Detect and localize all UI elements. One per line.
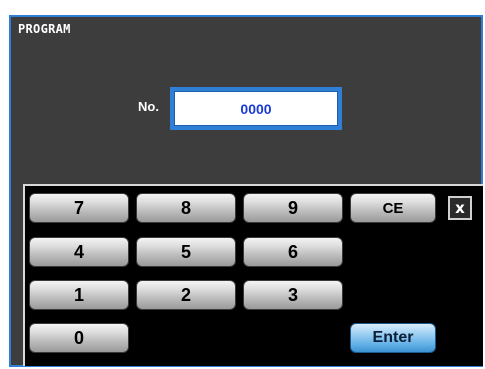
key-3[interactable]: 3	[243, 280, 343, 310]
close-icon[interactable]: x	[448, 196, 472, 220]
window-title: PROGRAM	[18, 22, 71, 36]
key-5[interactable]: 5	[136, 237, 236, 267]
program-number-label: No.	[138, 99, 159, 114]
enter-button[interactable]: Enter	[350, 323, 436, 353]
key-4[interactable]: 4	[29, 237, 129, 267]
clear-entry-button[interactable]: CE	[350, 193, 436, 223]
key-2[interactable]: 2	[136, 280, 236, 310]
key-8[interactable]: 8	[136, 193, 236, 223]
key-6[interactable]: 6	[243, 237, 343, 267]
key-7[interactable]: 7	[29, 193, 129, 223]
program-number-field[interactable]: 0000	[170, 87, 342, 130]
key-1[interactable]: 1	[29, 280, 129, 310]
key-0[interactable]: 0	[29, 323, 129, 353]
key-9[interactable]: 9	[243, 193, 343, 223]
program-number-value: 0000	[174, 91, 338, 126]
